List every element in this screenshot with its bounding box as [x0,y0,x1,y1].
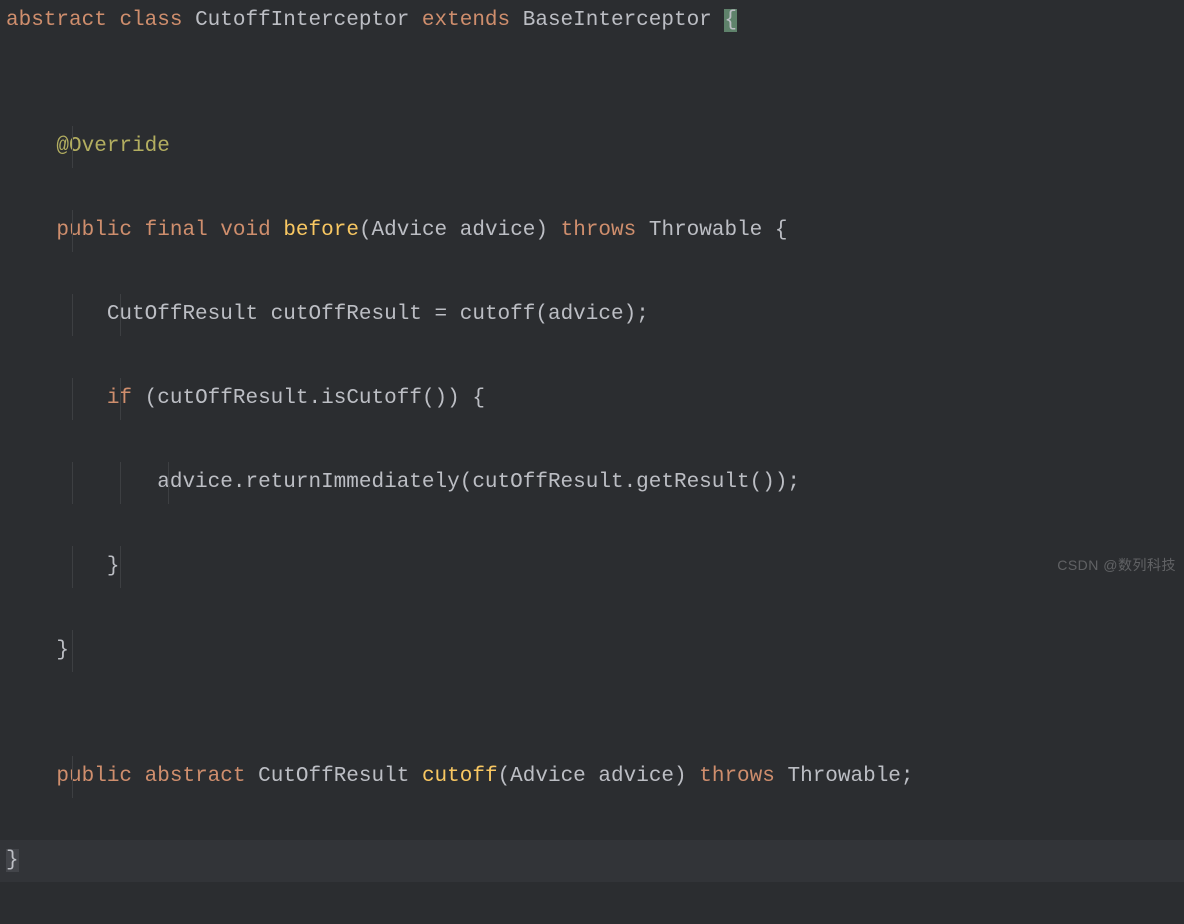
code-line: } [0,630,1184,672]
keyword-abstract: abstract [145,765,246,788]
paren-close: ) [775,471,788,494]
method-decl-cutoff: cutoff [422,765,498,788]
code-line: public final void before(Advice advice) … [0,210,1184,252]
method-call-iscutoff: isCutoff [321,387,422,410]
call-parens: () [750,471,775,494]
paren-open: ( [359,219,372,242]
throws-type: Throwable [787,765,900,788]
method-decl-before: before [283,219,359,242]
code-line: abstract class CutoffInterceptor extends… [0,0,1184,42]
code-line: public abstract CutOffResult cutoff(Advi… [0,756,1184,798]
paren-open: ( [460,471,473,494]
method-call-cutoff: cutoff [460,303,536,326]
call-parens: () [422,387,447,410]
paren-open: ( [498,765,511,788]
superclass-name: BaseInterceptor [523,9,712,32]
local-type: CutOffResult [107,303,258,326]
class-name: CutoffInterceptor [195,9,409,32]
paren-close: ) [447,387,460,410]
arg-obj: cutOffResult [472,471,623,494]
method-call-returnimmediately: returnImmediately [245,471,459,494]
watermark: CSDN @数列科技 [1057,558,1176,572]
local-var: cutOffResult [271,303,422,326]
throws-type: Throwable [649,219,762,242]
return-type: CutOffResult [258,765,409,788]
param-name: advice [460,219,536,242]
obj: cutOffResult [157,387,308,410]
method-call-getresult: getResult [636,471,749,494]
semicolon: ; [901,765,914,788]
equals: = [435,303,448,326]
code-line: if (cutOffResult.isCutoff()) { [0,378,1184,420]
brace-close: } [56,639,69,662]
paren-close: ) [535,219,548,242]
brace-open: { [724,9,737,32]
keyword-throws: throws [699,765,775,788]
brace-close: } [6,849,19,872]
keyword-extends: extends [422,9,510,32]
param-name: advice [598,765,674,788]
code-line: @Override [0,126,1184,168]
annotation-override: @Override [56,135,169,158]
paren-open: ( [535,303,548,326]
semicolon: ; [787,471,800,494]
paren-open: ( [145,387,158,410]
brace-open: { [775,219,788,242]
param-type: Advice [372,219,448,242]
keyword-final: final [145,219,208,242]
brace-close: } [107,555,120,578]
brace-open: { [472,387,485,410]
code-line: advice.returnImmediately(cutOffResult.ge… [0,462,1184,504]
paren-close: ) [674,765,687,788]
param-type: Advice [510,765,586,788]
keyword-public: public [56,219,132,242]
code-editor[interactable]: abstract class CutoffInterceptor extends… [0,0,1184,924]
dot: . [624,471,637,494]
keyword-abstract: abstract [6,9,107,32]
keyword-throws: throws [561,219,637,242]
code-line: CutOffResult cutOffResult = cutoff(advic… [0,294,1184,336]
paren-close: ) [624,303,637,326]
keyword-public: public [56,765,132,788]
dot: . [309,387,322,410]
keyword-class: class [119,9,182,32]
code-line: } [0,840,1184,882]
semicolon: ; [636,303,649,326]
keyword-void: void [220,219,270,242]
arg: advice [548,303,624,326]
code-line: } [0,546,1184,588]
dot: . [233,471,246,494]
